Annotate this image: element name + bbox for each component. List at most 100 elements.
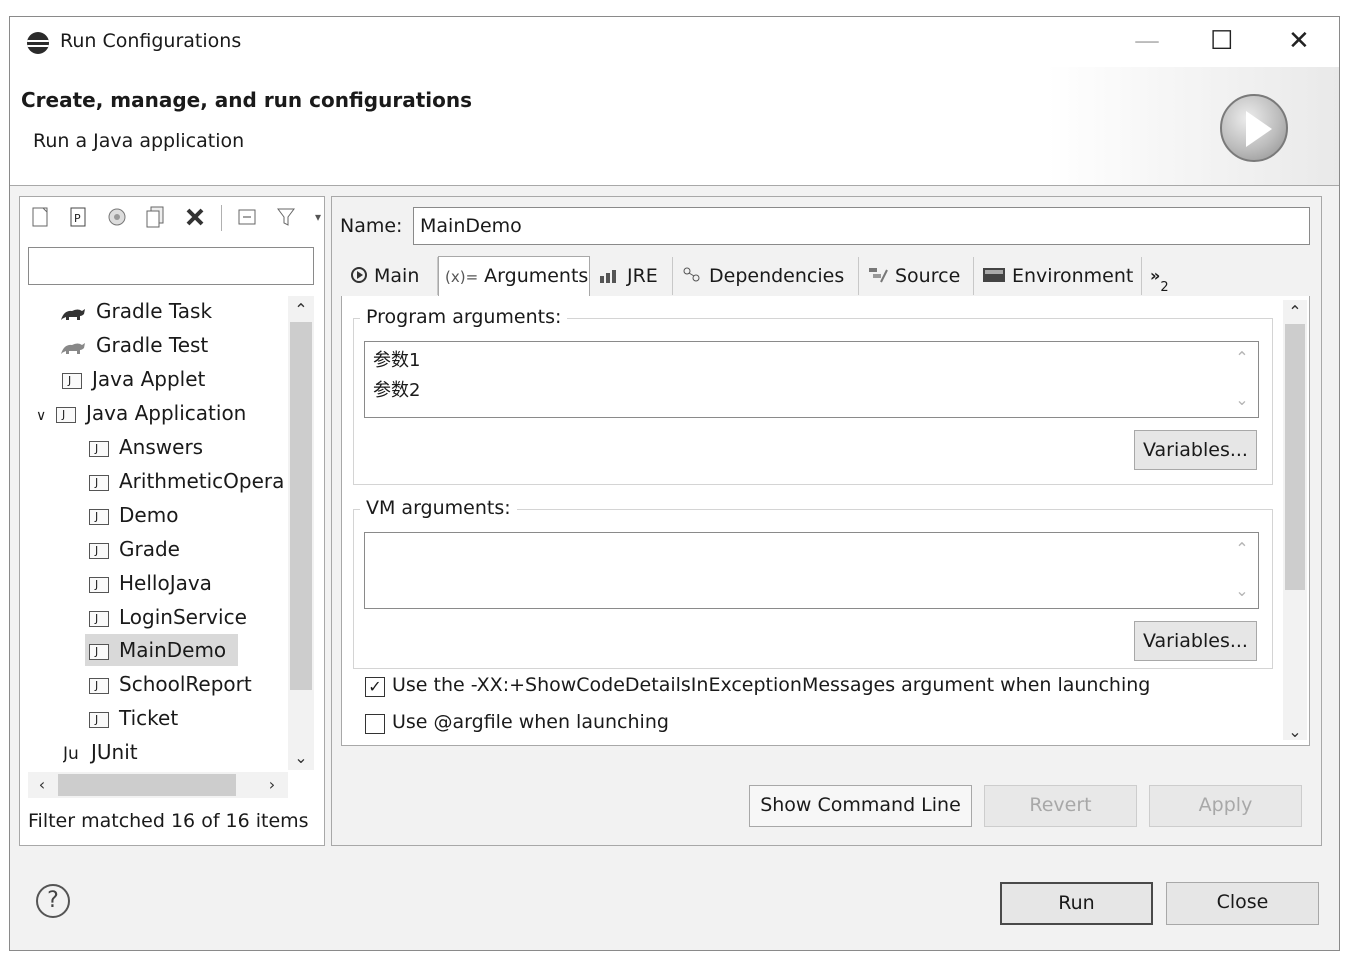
- eclipse-app-icon: [27, 32, 49, 54]
- tree-item-maindemo[interactable]: MainDemo: [85, 634, 238, 666]
- vm-arguments-label: VM arguments:: [360, 497, 517, 519]
- new-prototype-icon[interactable]: P: [68, 205, 90, 229]
- scroll-down-arrow-icon[interactable]: ⌄: [291, 748, 311, 768]
- tree-item-label: Ticket: [119, 706, 179, 730]
- tree-horizontal-scroll-thumb[interactable]: [58, 774, 236, 796]
- tree-item-label: JUnit: [91, 740, 138, 764]
- config-name-input[interactable]: [413, 207, 1310, 245]
- java-app-icon: [89, 603, 109, 633]
- tab-environment[interactable]: Environment: [974, 257, 1142, 295]
- view-menu-icon[interactable]: ▾: [312, 205, 324, 229]
- tree-item-arithmeticopera[interactable]: ArithmeticOpera: [89, 465, 286, 497]
- show-code-details-label: Use the -XX:+ShowCodeDetailsInExceptionM…: [392, 674, 1151, 696]
- tree-item-gradle-task[interactable]: Gradle Task: [60, 295, 286, 327]
- tree-item-java-application[interactable]: ∨ Java Application: [36, 397, 286, 430]
- editor-scroll-down-icon[interactable]: ⌄: [1285, 722, 1305, 742]
- argfile-checkbox[interactable]: [365, 714, 385, 734]
- scroll-right-arrow-icon[interactable]: ›: [262, 775, 282, 795]
- editor-vertical-scroll-thumb[interactable]: [1285, 324, 1305, 590]
- tree-item-label: ArithmeticOpera: [119, 469, 285, 493]
- tree-item-hellojava[interactable]: HelloJava: [89, 567, 286, 599]
- program-arguments-textarea[interactable]: 参数1 参数2: [364, 341, 1259, 418]
- tab-main[interactable]: Main: [342, 257, 438, 295]
- toolbar-separator: [221, 205, 222, 231]
- show-command-line-button[interactable]: Show Command Line: [749, 785, 972, 827]
- new-launch-config-icon[interactable]: [30, 205, 52, 229]
- tree-item-label: MainDemo: [119, 638, 227, 662]
- chevron-down-icon[interactable]: ∨: [36, 400, 56, 429]
- gradle-icon: [61, 342, 85, 354]
- tree-item-label: LoginService: [119, 605, 247, 629]
- scroll-left-arrow-icon[interactable]: ‹: [32, 775, 52, 795]
- gradle-icon: [61, 308, 85, 320]
- tree-item-label: Grade: [119, 537, 180, 561]
- program-arguments-label: Program arguments:: [360, 306, 568, 328]
- java-app-icon: [89, 467, 109, 497]
- java-app-icon: [89, 636, 109, 666]
- tree-item-ticket[interactable]: Ticket: [89, 702, 286, 734]
- main-tab-icon: [350, 258, 368, 296]
- vm-textarea-scroll-up-icon[interactable]: ⌃: [1230, 539, 1254, 558]
- filter-input[interactable]: [28, 247, 314, 285]
- run-button[interactable]: Run: [1000, 882, 1153, 925]
- revert-button[interactable]: Revert: [984, 785, 1137, 827]
- editor-scroll-up-icon[interactable]: ⌃: [1285, 302, 1305, 322]
- duplicate-icon[interactable]: [145, 205, 167, 229]
- java-app-icon: [89, 433, 109, 463]
- tree-item-label: HelloJava: [119, 571, 212, 595]
- header-banner: [10, 67, 1339, 186]
- filter-status-text: Filter matched 16 of 16 items: [28, 810, 309, 832]
- dependencies-tab-icon: [681, 258, 703, 296]
- show-code-details-checkbox[interactable]: ✓: [365, 677, 385, 697]
- jre-tab-icon: [599, 258, 621, 296]
- tree-item-demo[interactable]: Demo: [89, 499, 286, 531]
- tab-arguments[interactable]: (x)= Arguments: [438, 256, 590, 297]
- java-app-icon: [89, 704, 109, 734]
- collapse-all-icon[interactable]: [236, 205, 258, 229]
- tab-source[interactable]: Source: [859, 257, 974, 295]
- maximize-button[interactable]: ☐: [1210, 28, 1236, 54]
- close-window-button[interactable]: ✕: [1288, 28, 1314, 54]
- tree-item-junit[interactable]: Ju JUnit: [63, 736, 286, 768]
- close-button[interactable]: Close: [1166, 882, 1319, 925]
- tab-overflow-button[interactable]: »2: [1142, 257, 1202, 295]
- tree-item-java-applet[interactable]: Java Applet: [62, 363, 286, 395]
- more-tabs-count: 2: [1160, 280, 1169, 295]
- scroll-up-arrow-icon[interactable]: ⌃: [291, 300, 311, 320]
- program-arg-line: 参数1: [373, 350, 421, 371]
- java-app-icon: [89, 535, 109, 565]
- java-app-icon: [89, 501, 109, 531]
- applet-icon: [62, 365, 82, 395]
- tree-item-label: Answers: [119, 435, 204, 459]
- environment-tab-icon: [982, 258, 1006, 296]
- program-variables-button[interactable]: Variables...: [1134, 430, 1257, 470]
- more-tabs-icon: »: [1150, 266, 1161, 285]
- tree-item-label: SchoolReport: [119, 672, 252, 696]
- tree-item-grade[interactable]: Grade: [89, 533, 286, 565]
- program-arg-line: 参数2: [373, 380, 421, 401]
- tab-dependencies[interactable]: Dependencies: [673, 257, 859, 295]
- tree-item-schoolreport[interactable]: SchoolReport: [89, 668, 286, 700]
- vm-arguments-textarea[interactable]: [364, 532, 1259, 609]
- textarea-scroll-down-icon[interactable]: ⌄: [1230, 390, 1254, 409]
- minimize-button[interactable]: —: [1134, 28, 1160, 54]
- textarea-scroll-up-icon[interactable]: ⌃: [1230, 348, 1254, 367]
- banner-title: Create, manage, and run configurations: [21, 88, 472, 112]
- delete-icon[interactable]: [184, 205, 206, 229]
- tree-vertical-scroll-thumb[interactable]: [290, 322, 312, 690]
- export-icon[interactable]: [105, 205, 127, 229]
- name-label: Name:: [340, 215, 403, 237]
- tree-item-answers[interactable]: Answers: [89, 431, 286, 463]
- tree-item-gradle-test[interactable]: Gradle Test: [60, 329, 286, 361]
- java-app-icon: [89, 670, 109, 700]
- filter-icon[interactable]: [275, 205, 297, 229]
- java-app-icon: [56, 399, 76, 429]
- help-icon[interactable]: ?: [36, 884, 70, 918]
- tree-item-loginservice[interactable]: LoginService: [89, 601, 286, 633]
- arguments-tab-icon: (x)=: [445, 268, 479, 286]
- vm-textarea-scroll-down-icon[interactable]: ⌄: [1230, 581, 1254, 600]
- vm-variables-button[interactable]: Variables...: [1134, 621, 1257, 661]
- source-tab-icon: [867, 258, 889, 296]
- tab-jre[interactable]: JRE: [591, 257, 673, 295]
- apply-button[interactable]: Apply: [1149, 785, 1302, 827]
